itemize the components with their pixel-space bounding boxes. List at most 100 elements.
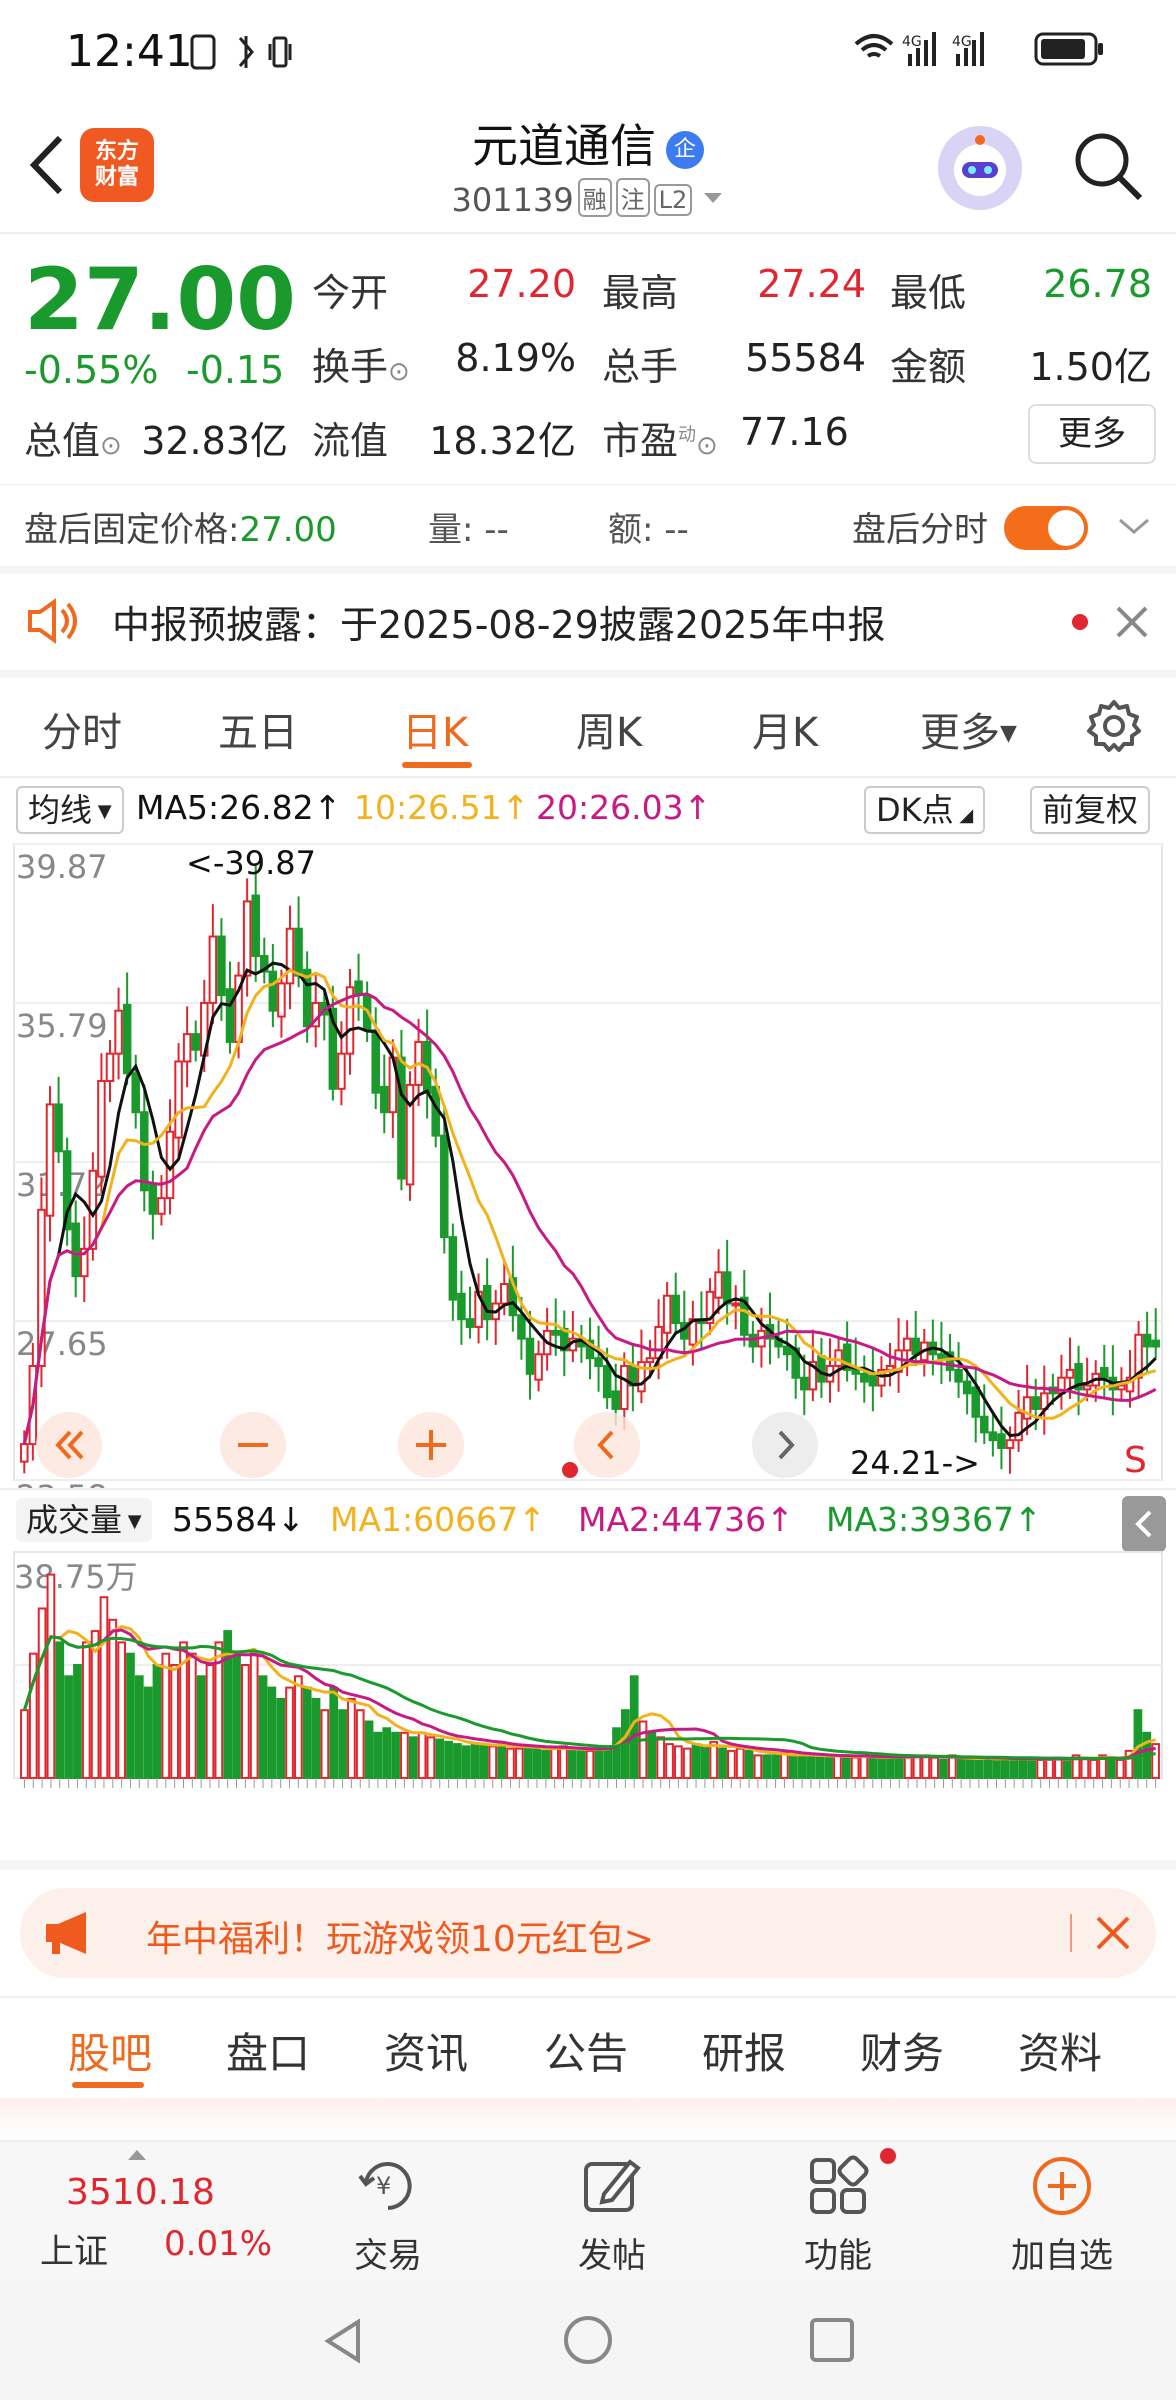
- candle: [208, 935, 218, 1004]
- float-label: 流值: [312, 419, 389, 463]
- volume-max-label: 38.75万: [14, 1558, 138, 1596]
- volume-bar: [656, 1736, 666, 1780]
- tab-more[interactable]: 更多▼: [920, 700, 1017, 758]
- tab-weekly-k[interactable]: 周K: [576, 700, 642, 758]
- change-amount: -0.15: [186, 348, 285, 392]
- volume-chart[interactable]: 38.75万20250221202504032025052620250711: [0, 1550, 1176, 1790]
- after-hours-label: 盘后固定价格:27.00: [24, 510, 337, 550]
- tab-monthly-k[interactable]: 月K: [752, 700, 818, 758]
- volume-bar: [1107, 1756, 1116, 1780]
- index-name[interactable]: 上证: [40, 2224, 108, 2273]
- candle: [671, 1294, 680, 1325]
- dk-point-button[interactable]: DK点 ◢: [864, 786, 986, 834]
- index-value[interactable]: 3510.18: [66, 2172, 215, 2213]
- turnover-label: 换手⊙: [312, 345, 410, 389]
- post-icon[interactable]: [580, 2154, 644, 2218]
- volume-bar: [170, 1664, 180, 1779]
- apps-icon[interactable]: [806, 2154, 870, 2218]
- tab-pankou[interactable]: 盘口: [226, 2020, 310, 2081]
- volume-bar: [744, 1749, 754, 1780]
- tab-minute[interactable]: 分时: [42, 700, 122, 758]
- expand-icon[interactable]: [128, 2150, 146, 2160]
- volume-bar: [444, 1740, 453, 1779]
- collapse-panel-icon[interactable]: [1122, 1496, 1166, 1552]
- close-icon[interactable]: [1094, 1914, 1132, 1952]
- candle: [277, 982, 286, 1018]
- indicator-selector[interactable]: 均线 ▼: [16, 786, 124, 834]
- tab-announcements[interactable]: 公告: [544, 2020, 628, 2081]
- candlestick-chart[interactable]: 39.8735.7931.7227.6523.58<-39.8724.21->: [0, 838, 1176, 1488]
- assistant-avatar[interactable]: [938, 126, 1022, 210]
- tab-profile[interactable]: 资料: [1018, 2020, 1102, 2081]
- candle: [1005, 1439, 1015, 1449]
- candle: [157, 1197, 166, 1215]
- volume-bar: [788, 1754, 798, 1779]
- promo-text[interactable]: 年中福利！玩游戏领10元红包>: [146, 1910, 654, 1962]
- scroll-left-icon[interactable]: [34, 1410, 104, 1480]
- volume-bar: [311, 1697, 321, 1779]
- volume-bar: [108, 1618, 118, 1779]
- nav-trade[interactable]: 交易: [328, 2228, 448, 2277]
- nav-back-icon[interactable]: [318, 2316, 368, 2366]
- volume-bar: [585, 1749, 595, 1780]
- candle: [988, 1431, 998, 1442]
- adjust-button[interactable]: 前复权: [1030, 786, 1151, 834]
- volume-bar: [347, 1697, 356, 1779]
- gear-icon[interactable]: [1086, 698, 1142, 754]
- candle: [131, 1072, 140, 1114]
- status-time: 12:41: [66, 26, 193, 77]
- prev-icon[interactable]: [572, 1410, 642, 1480]
- after-hours-toggle[interactable]: [1004, 506, 1088, 550]
- candle: [1031, 1396, 1040, 1410]
- nav-post[interactable]: 发帖: [552, 2228, 672, 2277]
- volume-bar: [355, 1709, 365, 1779]
- tab-daily-k[interactable]: 日K: [402, 700, 468, 758]
- tab-finance[interactable]: 财务: [860, 2020, 944, 2081]
- volume-bar: [1009, 1758, 1019, 1779]
- volume-bar: [285, 1686, 294, 1780]
- chevron-down-icon[interactable]: [1116, 514, 1152, 538]
- add-watchlist-icon[interactable]: [1030, 2154, 1094, 2218]
- tab-five-day[interactable]: 五日: [218, 700, 298, 758]
- nav-functions[interactable]: 功能: [778, 2228, 898, 2277]
- notification-dot: [880, 2148, 896, 2164]
- event-dot[interactable]: [562, 1462, 578, 1478]
- status-icons-left: [190, 34, 292, 70]
- nav-add-watchlist[interactable]: 加自选: [1002, 2228, 1122, 2277]
- volume-bar: [638, 1720, 648, 1779]
- volume-bar: [99, 1596, 109, 1780]
- nav-home-icon[interactable]: [562, 2314, 614, 2366]
- zoom-in-icon[interactable]: [396, 1410, 466, 1480]
- notice-text[interactable]: 中报预披露：于2025-08-29披露2025年中报: [112, 594, 886, 649]
- candle: [242, 900, 252, 977]
- high-label: 最高: [602, 271, 679, 315]
- candle: [620, 1364, 629, 1410]
- volume-bar: [886, 1756, 895, 1780]
- volume-selector[interactable]: 成交量 ▼: [16, 1498, 152, 1542]
- volume-bar: [1018, 1756, 1028, 1780]
- volume-bar: [205, 1664, 215, 1779]
- tab-news[interactable]: 资讯: [384, 2020, 468, 2081]
- y-tick-label: 27.65: [16, 1325, 108, 1363]
- next-icon[interactable]: [750, 1410, 820, 1480]
- candle: [191, 1033, 200, 1051]
- tab-research[interactable]: 研报: [702, 2020, 786, 2081]
- tab-guba[interactable]: 股吧: [68, 2020, 152, 2081]
- candle: [860, 1372, 869, 1383]
- candle: [285, 927, 295, 985]
- search-icon[interactable]: [1070, 128, 1146, 204]
- nav-recents-icon[interactable]: [808, 2316, 856, 2364]
- more-button[interactable]: 更多: [1028, 404, 1156, 464]
- trade-icon[interactable]: ¥: [356, 2154, 420, 2218]
- candle: [482, 1284, 492, 1321]
- mktcap-value: 32.83亿: [141, 419, 288, 463]
- candle: [748, 1333, 758, 1348]
- close-icon[interactable]: [1114, 604, 1150, 640]
- zoom-out-icon[interactable]: [218, 1410, 288, 1480]
- promo-banner[interactable]: 年中福利！玩游戏领10元红包>: [20, 1888, 1156, 1978]
- candle: [465, 1318, 475, 1328]
- volume-bar: [1027, 1758, 1037, 1779]
- index-change[interactable]: 0.01%: [164, 2224, 272, 2264]
- volume-bar: [134, 1675, 144, 1779]
- sell-mark[interactable]: S: [1124, 1440, 1147, 1481]
